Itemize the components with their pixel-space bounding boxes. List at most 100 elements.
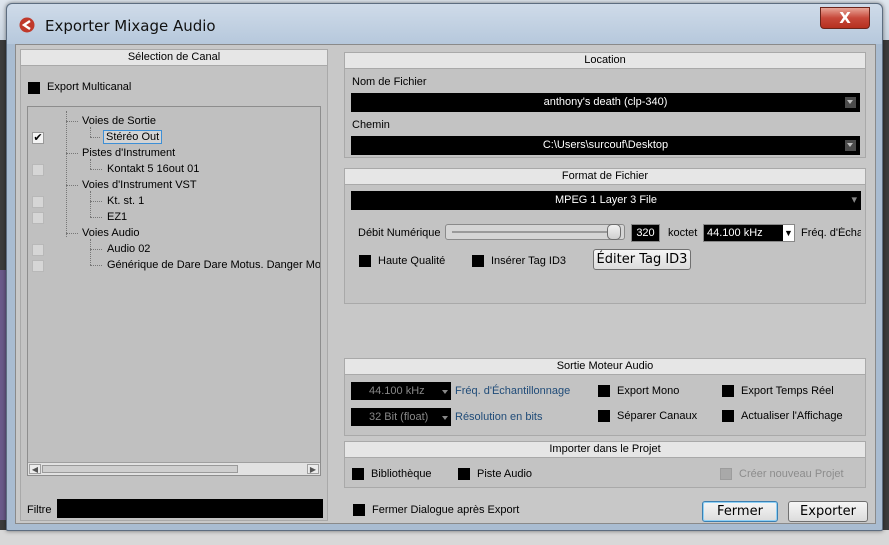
tree-guide [90,159,91,169]
location-header: Location [345,53,865,69]
file-format-panel: Format de Fichier MPEG 1 Layer 3 File ▾ … [344,168,866,304]
engine-resolution-value: 32 Bit (float) [369,411,429,423]
library-checkbox[interactable] [352,468,364,480]
tree-item-kt-st-1[interactable]: Kt. st. 1 [107,195,144,207]
host-bottom-bar [0,530,889,545]
tree-item-audio-02[interactable]: Audio 02 [107,243,150,255]
tree-guide [90,137,100,138]
close-after-export-label: Fermer Dialogue après Export [372,504,520,516]
path-dropdown-icon[interactable] [845,140,856,151]
filename-input[interactable]: anthony's death (clp-340) [351,93,860,112]
samplerate-select[interactable]: 44.100 kHz ▼ [703,224,795,242]
export-mono-label: Export Mono [617,385,680,397]
tree-guide [90,265,102,266]
bitrate-unit-label: koctet [668,227,698,239]
engine-resolution-select[interactable]: 32 Bit (float) [351,408,451,426]
filename-value: anthony's death (clp-340) [543,96,668,108]
file-type-select[interactable]: MPEG 1 Layer 3 File ▾ [351,191,861,210]
path-label: Chemin [352,119,390,131]
tree-guide [66,153,78,154]
new-project-label: Créer nouveau Projet [739,468,844,480]
tree-guide [66,121,78,122]
import-project-header: Importer dans le Projet [345,442,865,458]
close-button[interactable]: Fermer [702,501,778,522]
insert-id3-checkbox[interactable] [472,255,484,267]
kt-st-1-checkbox[interactable] [32,196,44,208]
bitrate-value-field[interactable]: 320 [631,224,660,242]
tree-horizontal-scrollbar[interactable]: ◀ ▶ [28,462,320,475]
bitrate-label: Débit Numérique [358,227,441,239]
tree-guide [66,185,78,186]
tree-item-generique[interactable]: Générique de Dare Dare Motus. Danger Mou [107,259,320,271]
high-quality-label: Haute Qualité [378,255,446,267]
file-type-chevron-down-icon: ▾ [851,194,857,206]
title-bar: Exporter Mixage Audio X [7,4,882,44]
tree-guide [66,111,67,237]
tree-item-stereo-out[interactable]: Stéréo Out [103,130,163,144]
tree-guide [90,239,91,265]
channel-tree: ✔ Voies de Sortie Stéréo Out Pistes d'In… [27,106,321,476]
export-mono-checkbox[interactable] [598,385,610,397]
engine-samplerate-label: Fréq. d'Échantillonnage [455,385,571,397]
engine-samplerate-chevron-down-icon [442,390,448,394]
tree-item-kontakt[interactable]: Kontakt 5 16out 01 [107,163,199,175]
dialog-client-area: Sélection de Canal Export Multicanal ✔ V… [15,44,876,524]
export-multicanal-checkbox[interactable] [28,82,40,94]
samplerate-label: Fréq. d'Écha [801,227,861,239]
scroll-thumb[interactable] [42,465,238,473]
scroll-right-icon[interactable]: ▶ [307,464,319,474]
filter-input[interactable] [57,499,323,518]
scroll-left-icon[interactable]: ◀ [29,464,41,474]
filter-label: Filtre [27,504,52,516]
cubase-logo-icon [19,17,35,33]
bitrate-slider-track[interactable] [445,224,625,240]
kontakt-checkbox[interactable] [32,164,44,176]
filename-history-dropdown-icon[interactable] [845,97,856,108]
window-title: Exporter Mixage Audio [45,17,216,35]
high-quality-checkbox[interactable] [359,255,371,267]
file-type-value: MPEG 1 Layer 3 File [554,194,658,206]
stereo-out-checkbox[interactable]: ✔ [32,132,44,144]
tree-group-voies-de-sortie[interactable]: Voies de Sortie [82,115,156,127]
location-panel: Location Nom de Fichier anthony's death … [344,52,866,158]
bitrate-slider-knob[interactable] [607,224,621,240]
tree-group-voies-audio[interactable]: Voies Audio [82,227,140,239]
engine-samplerate-select[interactable]: 44.100 kHz [351,382,451,400]
new-project-checkbox[interactable] [720,468,732,480]
engine-samplerate-value: 44.100 kHz [369,385,425,397]
tree-group-pistes-instrument[interactable]: Pistes d'Instrument [82,147,175,159]
ez1-checkbox[interactable] [32,212,44,224]
export-button[interactable]: Exporter [788,501,868,522]
insert-id3-label: Insérer Tag ID3 [491,255,567,267]
tree-group-voies-instrument-vst[interactable]: Voies d'Instrument VST [82,179,197,191]
tree-guide [90,201,102,202]
realtime-export-checkbox[interactable] [722,385,734,397]
tree-guide [90,169,102,170]
engine-resolution-label: Résolution en bits [455,411,543,423]
engine-output-panel: Sortie Moteur Audio 44.100 kHz Fréq. d'É… [344,358,866,436]
samplerate-chevron-down-icon[interactable]: ▼ [783,225,794,241]
separate-channels-checkbox[interactable] [598,410,610,422]
export-multicanal-label: Export Multicanal [47,81,132,93]
channel-selection-header: Sélection de Canal [21,50,327,66]
path-input[interactable]: C:\Users\surcouf\Desktop [351,136,860,155]
tree-guide [90,191,91,217]
import-project-panel: Importer dans le Projet Bibliothèque Pis… [344,441,866,488]
engine-resolution-chevron-down-icon [442,416,448,420]
samplerate-value: 44.100 kHz [707,227,763,239]
edit-id3-button[interactable]: Éditer Tag ID3 [593,249,691,270]
tree-item-ez1[interactable]: EZ1 [107,211,127,223]
audio-track-checkbox[interactable] [458,468,470,480]
filename-label: Nom de Fichier [352,76,427,88]
engine-output-header: Sortie Moteur Audio [345,359,865,375]
generique-checkbox[interactable] [32,260,44,272]
update-display-checkbox[interactable] [722,410,734,422]
close-after-export-checkbox[interactable] [353,504,365,516]
close-window-button[interactable]: X [820,7,870,29]
file-format-header: Format de Fichier [345,169,865,185]
channel-selection-panel: Sélection de Canal Export Multicanal ✔ V… [20,49,328,521]
audio-02-checkbox[interactable] [32,244,44,256]
audio-track-label: Piste Audio [477,468,533,480]
library-label: Bibliothèque [371,468,432,480]
separate-channels-label: Séparer Canaux [617,410,698,422]
